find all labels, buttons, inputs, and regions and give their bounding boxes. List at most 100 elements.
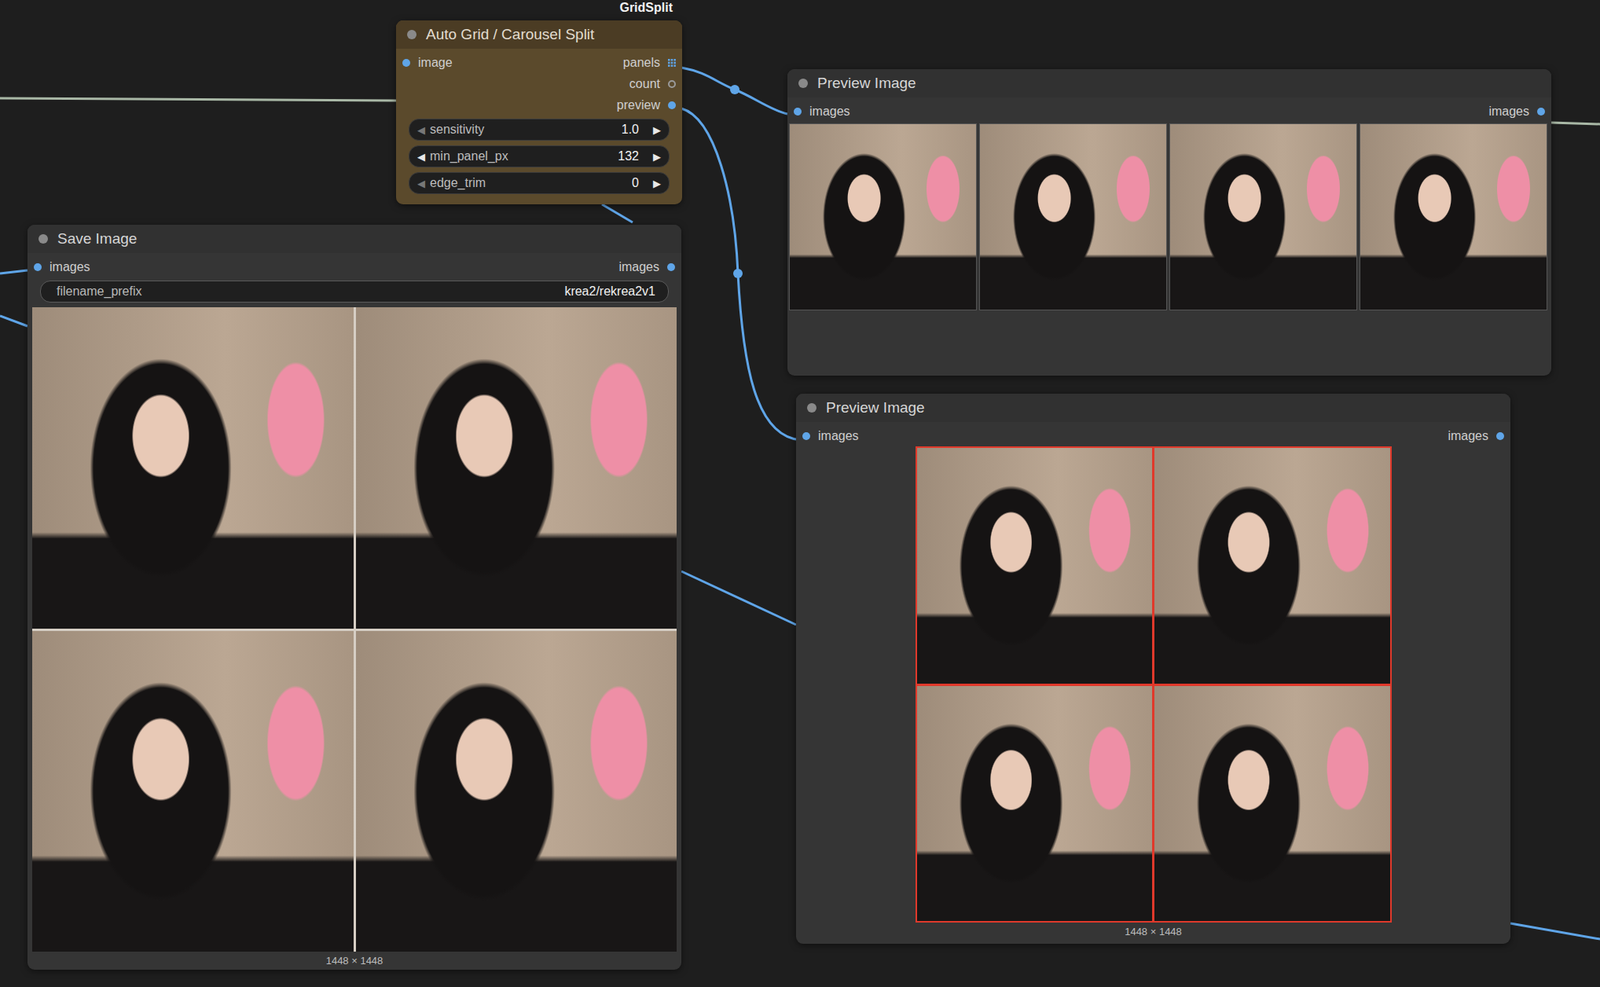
image-area (27, 307, 682, 952)
input-slot[interactable]: image (396, 51, 453, 74)
photo-panel (32, 307, 354, 629)
node-title[interactable]: Preview Image (787, 69, 1552, 98)
field-label: filename_prefix (56, 284, 143, 299)
filename-prefix-field[interactable]: filename_prefix krea2/rekrea2v1 (40, 280, 669, 303)
slot-dot-icon[interactable] (667, 101, 676, 110)
inputs: image (396, 51, 453, 116)
node-canvas[interactable]: GridSplit Auto Grid / Carousel Split image… (0, 0, 1600, 987)
slot-dot-icon[interactable] (802, 432, 811, 441)
image-area (796, 446, 1511, 923)
wire (601, 204, 633, 223)
photo-panel (917, 686, 1153, 922)
slot-row: images images (27, 253, 682, 279)
widget-label: sensitivity (429, 122, 617, 137)
thumbnail[interactable] (788, 123, 977, 311)
wire (1551, 122, 1600, 125)
thumbnail[interactable] (1359, 123, 1548, 311)
collapse-dot-icon[interactable] (798, 78, 808, 89)
reroute-dot[interactable] (733, 268, 743, 279)
thumbnail[interactable] (979, 123, 1167, 311)
slot-dot-icon[interactable] (667, 263, 676, 272)
outputs: panels count preview (616, 51, 683, 116)
node-title-text: Preview Image (825, 399, 925, 417)
collapse-dot-icon[interactable] (407, 29, 417, 40)
photo-panel (355, 631, 678, 953)
node-title[interactable]: Preview Image (796, 393, 1511, 423)
wire (681, 571, 797, 625)
grid-split-node[interactable]: GridSplitAuto Grid / Carousel Splitimage… (396, 20, 683, 205)
widget-value[interactable]: 132 (617, 149, 649, 164)
preview-image-node[interactable]: Preview Image images images 1448 × 1448 (796, 393, 1511, 944)
input-slot[interactable]: images (787, 100, 851, 122)
save-image-node[interactable]: Save Image images images filename_prefix kre… (27, 224, 682, 970)
collapse-dot-icon[interactable] (38, 234, 48, 244)
output-image[interactable] (32, 307, 677, 952)
input-slot[interactable]: images (27, 256, 91, 278)
slot-dot-icon[interactable] (1496, 432, 1505, 441)
increment-button[interactable]: ▶ (653, 177, 661, 190)
node-title-text: Auto Grid / Carousel Split (425, 25, 595, 44)
photo-panel (917, 447, 1153, 684)
photo-panel (1154, 447, 1391, 684)
slot-label: image (418, 55, 453, 70)
image-size: 1448 × 1448 (796, 922, 1511, 943)
slot-dot-icon[interactable] (793, 107, 802, 116)
slot-row: images images (796, 422, 1511, 447)
slot-label: images (1447, 429, 1489, 444)
thumbnail[interactable] (1169, 123, 1358, 311)
increment-button[interactable]: ▶ (653, 124, 661, 136)
wire (0, 270, 28, 274)
decrement-button[interactable]: ◀ (417, 177, 426, 190)
widget-list: ◀sensitivity1.0▶◀min_panel_px132▶◀edge_t… (396, 117, 683, 202)
thumbnail-strip (787, 123, 1552, 311)
widget-value[interactable]: 0 (631, 176, 649, 191)
output-slot[interactable]: count (629, 73, 683, 95)
slot-dot-icon[interactable] (402, 58, 411, 67)
decrement-button[interactable]: ◀ (417, 150, 426, 163)
collapse-dot-icon[interactable] (807, 403, 817, 413)
wire (1510, 923, 1600, 940)
increment-button[interactable]: ▶ (653, 150, 661, 163)
node-badge: GridSplit (616, 0, 676, 16)
input-slot[interactable]: images (796, 425, 859, 447)
output-slot[interactable]: images (618, 256, 682, 278)
slot-label: images (49, 260, 91, 275)
photo-panel (355, 307, 678, 629)
slot-label: images (818, 429, 859, 444)
widget-label: min_panel_px (429, 149, 613, 164)
number-widget[interactable]: ◀sensitivity 1.0 ▶ (408, 118, 670, 141)
output-slot[interactable]: images (1447, 425, 1511, 447)
list-slot-icon[interactable] (667, 58, 676, 67)
preview-wire (681, 108, 804, 441)
node-title[interactable]: Auto Grid / Carousel Split (396, 20, 683, 49)
widget-label: edge_trim (429, 176, 628, 191)
number-widget[interactable]: ◀edge_trim0 ▶ (408, 172, 670, 195)
output-slot[interactable]: images (1488, 100, 1552, 122)
output-slot[interactable]: panels (623, 51, 683, 74)
node-title-text: Preview Image (817, 74, 917, 92)
preview-image-node[interactable]: Preview Image images images (787, 69, 1552, 376)
node-title[interactable]: Save Image (27, 224, 682, 254)
reroute-dot[interactable] (730, 84, 740, 95)
number-widget[interactable]: ◀min_panel_px 132 ▶ (408, 145, 670, 168)
wire (0, 315, 28, 327)
slot-label: images (809, 104, 851, 119)
slot-label: panels (623, 55, 661, 70)
photo-panel (32, 631, 354, 953)
slot-dot-icon[interactable] (1537, 107, 1545, 116)
slot-dot-icon[interactable] (667, 80, 676, 89)
decrement-button[interactable]: ◀ (417, 124, 426, 136)
slot-row: images images (787, 97, 1552, 124)
slot-label: count (629, 77, 661, 92)
slot-dot-icon[interactable] (33, 263, 42, 272)
slot-label: preview (616, 98, 661, 113)
field-value[interactable]: krea2/rekrea2v1 (564, 284, 656, 299)
widget-value[interactable]: 1.0 (621, 122, 649, 137)
slot-area: image panels count preview (396, 48, 683, 118)
photo-panel (1154, 686, 1391, 922)
slot-label: images (1488, 104, 1530, 119)
node-title-text: Save Image (57, 230, 137, 248)
slot-label: images (618, 260, 660, 275)
output-slot[interactable]: preview (616, 94, 683, 116)
preview-image[interactable] (915, 446, 1392, 923)
